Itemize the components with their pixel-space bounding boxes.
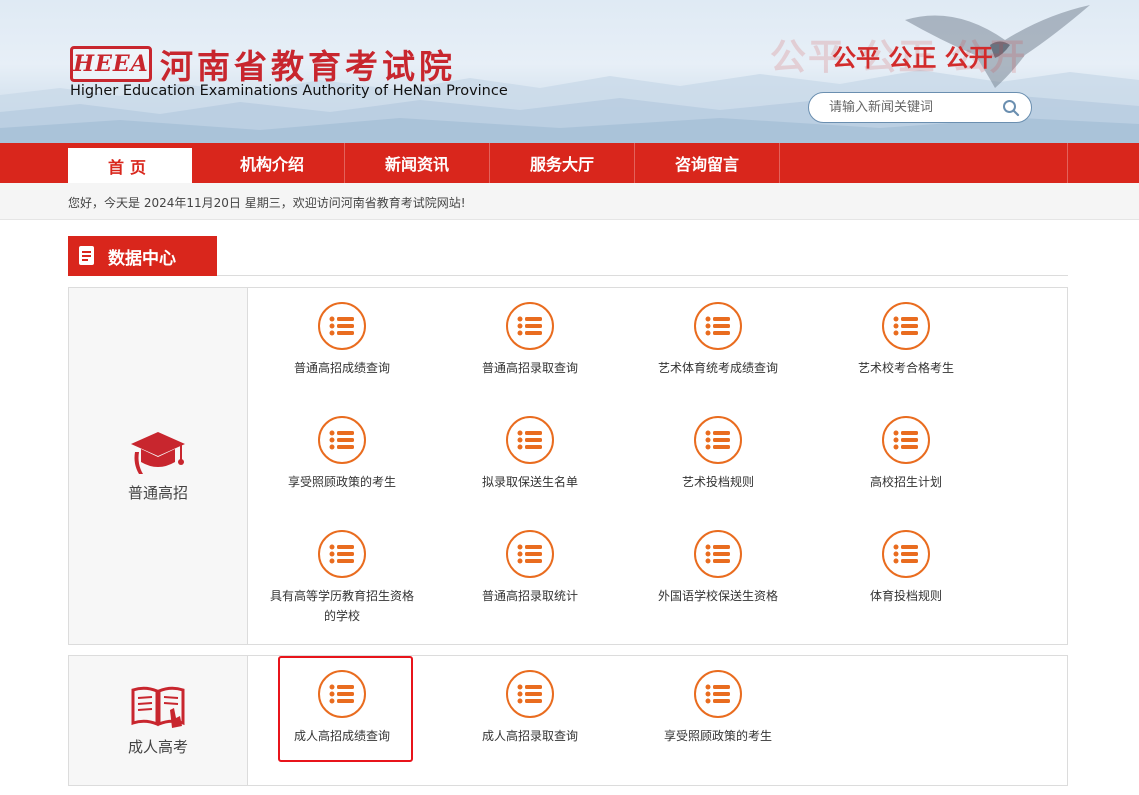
tile-label: 拟录取保送生名单 (481, 475, 578, 489)
tile-label: 艺术校考合格考生 (857, 361, 954, 375)
tile-label: 普通高招录取查询 (481, 361, 578, 375)
info-bar: 您好，今天是 2024年11月20日 星期三，欢迎访问河南省教育考试院网站! (0, 183, 1139, 220)
search-icon[interactable] (1001, 98, 1021, 118)
category-label-regular: 普通高招 (127, 483, 188, 502)
slogan: 公平 公正 公开 (832, 44, 993, 72)
tile-label: 普通高招成绩查询 (293, 361, 390, 375)
nav-item-consult[interactable]: 咨询留言 (635, 143, 780, 183)
site-title-cn: 河南省教育考试院 (160, 47, 456, 86)
list-icon (318, 302, 366, 350)
tile-adult-admission-query[interactable]: 成人高招录取查询 (436, 670, 624, 746)
tile-admission-statistics[interactable]: 普通高招录取统计 (436, 530, 624, 606)
tile-preferential-policy[interactable]: 享受照顾政策的考生 (248, 416, 436, 492)
search-box (808, 92, 1032, 123)
main-nav: 首页 机构介绍 新闻资讯 服务大厅 咨询留言 (0, 143, 1139, 184)
tile-art-school-qualified[interactable]: 艺术校考合格考生 (812, 302, 1000, 378)
tile-grid-regular: 普通高招成绩查询 普通高招录取查询 艺术体育统考成绩查询 艺术校考合格考生 享受… (248, 288, 1067, 644)
list-icon (694, 670, 742, 718)
tile-label: 享受照顾政策的考生 (663, 729, 772, 743)
tile-enrollment-plan[interactable]: 高校招生计划 (812, 416, 1000, 492)
tile-art-filing-rules[interactable]: 艺术投档规则 (624, 416, 812, 492)
site-title-en: Higher Education Examinations Authority … (70, 83, 508, 99)
tile-regular-score-query[interactable]: 普通高招成绩查询 (248, 302, 436, 378)
list-icon (882, 302, 930, 350)
tile-adult-preferential-policy[interactable]: 享受照顾政策的考生 (624, 670, 812, 746)
list-icon (506, 302, 554, 350)
open-book-icon (131, 686, 185, 728)
document-icon (76, 245, 98, 267)
section-header: 数据中心 (68, 236, 1068, 276)
section-tab: 数据中心 (68, 236, 217, 276)
tile-label: 具有高等学历教育招生资格的学校 (269, 589, 414, 623)
section-title: 数据中心 (108, 248, 176, 269)
tile-art-sports-score-query[interactable]: 艺术体育统考成绩查询 (624, 302, 812, 378)
logo-mark-text: HEEA (73, 51, 149, 77)
list-icon (506, 670, 554, 718)
list-icon (882, 530, 930, 578)
list-icon (694, 302, 742, 350)
header-banner: HEEA 河南省教育考试院 Higher Education Examinati… (0, 0, 1139, 143)
tile-label: 享受照顾政策的考生 (287, 475, 396, 489)
tile-label: 高校招生计划 (869, 475, 942, 489)
panel-side-regular: 普通高招 (69, 288, 248, 644)
heea-logo-mark: HEEA (70, 46, 152, 82)
greeting-text: 您好，今天是 2024年11月20日 星期三，欢迎访问河南省教育考试院网站! (68, 196, 466, 210)
tile-sports-filing-rules[interactable]: 体育投档规则 (812, 530, 1000, 606)
graduation-cap-icon (131, 431, 185, 474)
panel-adult-admission: 成人高考 成人高招成绩查询 成人高招录取查询 享受照顾政策的考生 (68, 655, 1068, 786)
tile-label: 成人高招录取查询 (481, 729, 578, 743)
nav-item-news[interactable]: 新闻资讯 (345, 143, 490, 183)
tile-regular-admission-query[interactable]: 普通高招录取查询 (436, 302, 624, 378)
tile-label: 体育投档规则 (869, 589, 942, 603)
tile-adult-score-query[interactable]: 成人高招成绩查询 (248, 670, 436, 746)
tile-label: 艺术投档规则 (681, 475, 754, 489)
list-icon (506, 530, 554, 578)
tile-foreign-language-school[interactable]: 外国语学校保送生资格 (624, 530, 812, 606)
category-label-adult: 成人高考 (127, 738, 188, 756)
nav-item-services[interactable]: 服务大厅 (490, 143, 635, 183)
tile-recommended-students[interactable]: 拟录取保送生名单 (436, 416, 624, 492)
nav-item-home[interactable]: 首页 (68, 148, 192, 184)
tile-label: 外国语学校保送生资格 (657, 589, 778, 603)
site-logo[interactable]: HEEA 河南省教育考试院 (70, 40, 456, 88)
search-input[interactable] (829, 100, 1001, 115)
list-icon (882, 416, 930, 464)
tile-label: 艺术体育统考成绩查询 (657, 361, 778, 375)
tile-label: 成人高招成绩查询 (293, 729, 390, 743)
list-icon (506, 416, 554, 464)
nav-divider (1067, 143, 1068, 183)
list-icon (318, 670, 366, 718)
panel-side-adult: 成人高考 (69, 656, 248, 785)
nav-item-about[interactable]: 机构介绍 (200, 143, 345, 183)
tile-label: 普通高招录取统计 (481, 589, 578, 603)
tile-qualified-schools[interactable]: 具有高等学历教育招生资格的学校 (248, 530, 436, 626)
panel-regular-admission: 普通高招 普通高招成绩查询 普通高招录取查询 艺术体育统考成绩查询 艺术校考合格… (68, 287, 1068, 645)
tile-grid-adult: 成人高招成绩查询 成人高招录取查询 享受照顾政策的考生 (248, 656, 1067, 785)
list-icon (318, 530, 366, 578)
list-icon (694, 416, 742, 464)
list-icon (318, 416, 366, 464)
list-icon (694, 530, 742, 578)
